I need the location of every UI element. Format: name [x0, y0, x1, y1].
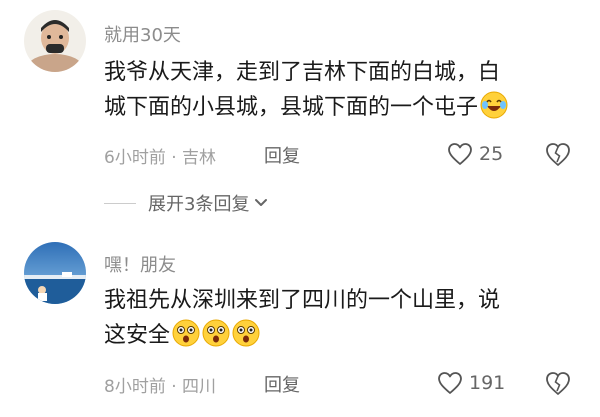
like-count: 191: [469, 372, 506, 394]
comment-text-line: 我祖先从深圳来到了四川的一个山里，说: [104, 288, 501, 313]
avatar[interactable]: [24, 10, 86, 72]
like-button[interactable]: 25: [447, 139, 503, 169]
username[interactable]: 就用30天: [104, 21, 181, 47]
avatar-image: [24, 242, 86, 304]
dislike-icon[interactable]: [544, 369, 572, 397]
dislike-icon[interactable]: [544, 140, 572, 168]
comment-item: 嘿！朋友 我祖先从深圳来到了四川的一个山里，说 这安全 8小时前 · 四川 回复…: [0, 230, 600, 417]
heart-icon: [448, 143, 472, 165]
expand-replies-button[interactable]: 展开3条回复: [104, 190, 269, 216]
heart-icon: [438, 372, 462, 394]
comment-meta: 8小时前 · 四川: [104, 377, 217, 397]
comment-text: 我祖先从深圳来到了四川的一个山里，说 这安全: [104, 283, 574, 353]
comment-text-line: 这安全: [104, 323, 171, 348]
reply-button[interactable]: 回复: [264, 142, 300, 168]
like-count: 25: [479, 143, 504, 165]
laughing-crying-emoji-icon: [480, 91, 508, 119]
comment-item: 就用30天 我爷从天津，走到了吉林下面的白城，白 城下面的小县城，县城下面的一个…: [0, 0, 600, 180]
comment-text: 我爷从天津，走到了吉林下面的白城，白 城下面的小县城，县城下面的一个屯子: [104, 55, 574, 125]
like-button[interactable]: 191: [437, 368, 505, 398]
username[interactable]: 嘿！朋友: [104, 251, 176, 277]
shocked-emoji-icon: [202, 319, 230, 347]
comment-text-line: 城下面的小县城，县城下面的一个屯子: [104, 95, 479, 120]
divider: [104, 202, 136, 204]
shocked-emoji-icon: [232, 319, 260, 347]
expand-replies-label: 展开3条回复: [148, 194, 250, 215]
reply-button[interactable]: 回复: [264, 371, 300, 397]
comment-meta: 6小时前 · 吉林: [104, 148, 217, 168]
avatar[interactable]: [24, 242, 86, 304]
chevron-down-icon: [255, 199, 268, 206]
comment-text-line: 我爷从天津，走到了吉林下面的白城，白: [104, 60, 501, 85]
avatar-image: [24, 10, 86, 72]
shocked-emoji-icon: [172, 319, 200, 347]
